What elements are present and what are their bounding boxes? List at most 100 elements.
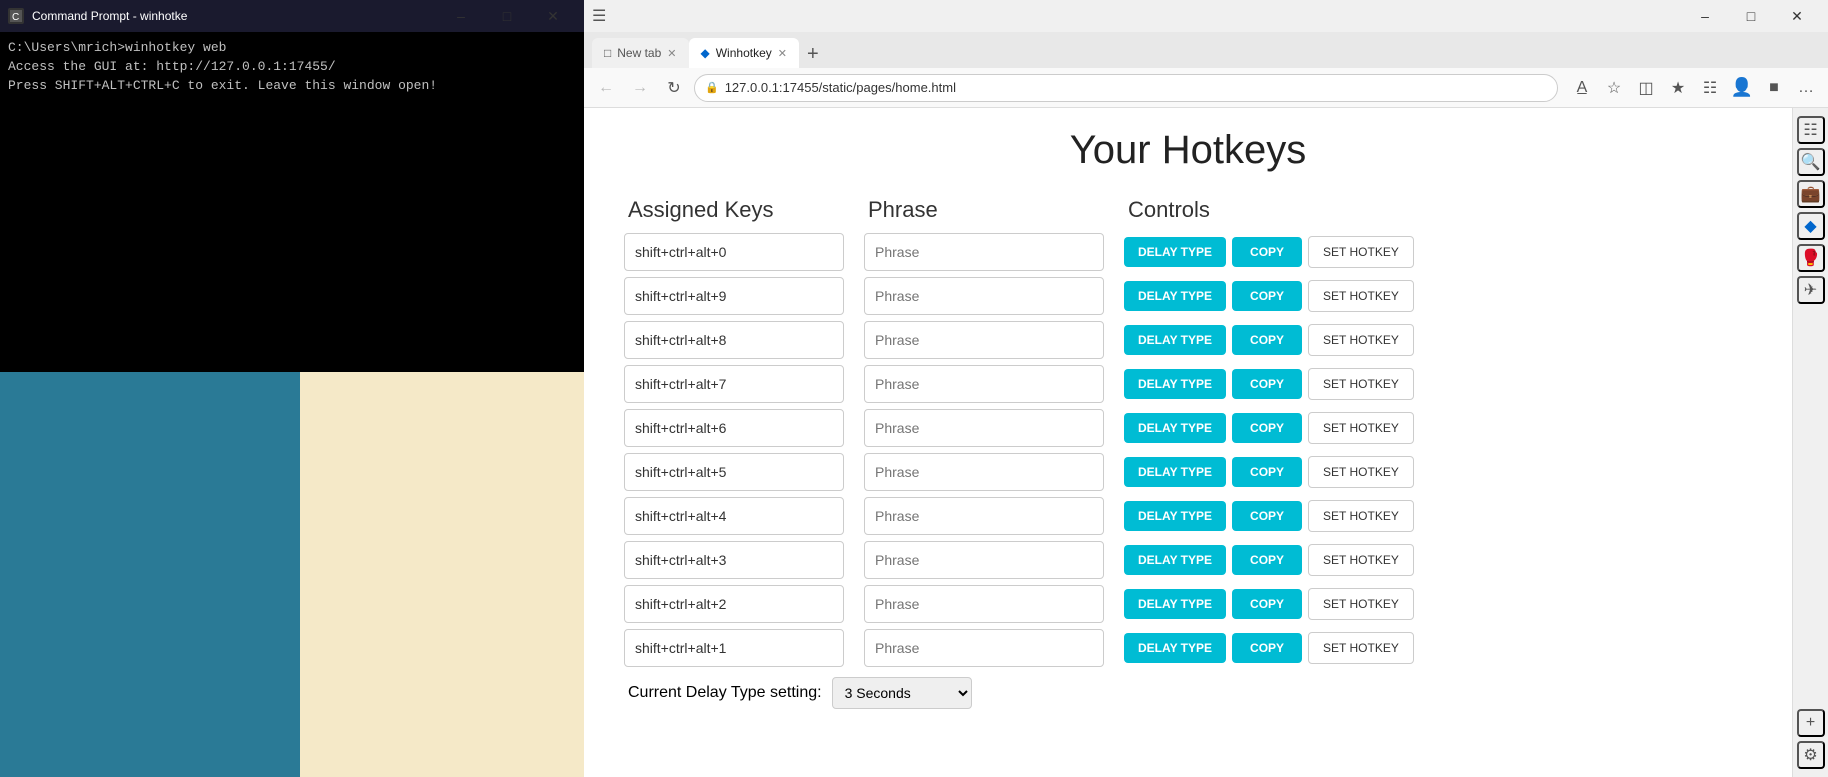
phrase-input-4[interactable]: [864, 409, 1104, 447]
delay-type-btn-8[interactable]: DELAY TYPE: [1124, 589, 1226, 619]
tab-winhotkey-close[interactable]: ✕: [778, 47, 787, 60]
key-input-3[interactable]: [624, 365, 844, 403]
copy-btn-8[interactable]: COPY: [1232, 589, 1302, 619]
sidebar-add-btn[interactable]: +: [1797, 709, 1825, 737]
table-row: DELAY TYPE COPY SET HOTKEY: [624, 321, 1752, 359]
table-row: DELAY TYPE COPY SET HOTKEY: [624, 453, 1752, 491]
delay-type-btn-3[interactable]: DELAY TYPE: [1124, 369, 1226, 399]
tab-winhotkey-label: Winhotkey: [716, 46, 772, 60]
set-hotkey-btn-2[interactable]: SET HOTKEY: [1308, 324, 1414, 356]
browser-titlebar: ☰ – □ ✕: [584, 0, 1828, 32]
key-input-7[interactable]: [624, 541, 844, 579]
delay-type-btn-0[interactable]: DELAY TYPE: [1124, 237, 1226, 267]
tab-newtab[interactable]: □ New tab ✕: [592, 38, 689, 68]
bookmark-icon-btn[interactable]: ☆: [1600, 74, 1628, 102]
phrase-input-1[interactable]: [864, 277, 1104, 315]
table-row: DELAY TYPE COPY SET HOTKEY: [624, 541, 1752, 579]
delay-type-btn-4[interactable]: DELAY TYPE: [1124, 413, 1226, 443]
delay-type-btn-7[interactable]: DELAY TYPE: [1124, 545, 1226, 575]
key-input-5[interactable]: [624, 453, 844, 491]
cmd-icon: C: [8, 8, 24, 24]
nav-back-btn[interactable]: ←: [592, 74, 620, 102]
delay-type-btn-2[interactable]: DELAY TYPE: [1124, 325, 1226, 355]
delay-type-btn-9[interactable]: DELAY TYPE: [1124, 633, 1226, 663]
table-row: DELAY TYPE COPY SET HOTKEY: [624, 233, 1752, 271]
sidebar-discover-btn[interactable]: ✈: [1797, 276, 1825, 304]
phrase-input-8[interactable]: [864, 585, 1104, 623]
nav-refresh-btn[interactable]: ↻: [660, 74, 688, 102]
set-hotkey-btn-1[interactable]: SET HOTKEY: [1308, 280, 1414, 312]
copy-btn-5[interactable]: COPY: [1232, 457, 1302, 487]
set-hotkey-btn-6[interactable]: SET HOTKEY: [1308, 500, 1414, 532]
url-text: 127.0.0.1:17455/static/pages/home.html: [725, 80, 956, 95]
extensions-btn[interactable]: ■: [1760, 74, 1788, 102]
phrase-input-2[interactable]: [864, 321, 1104, 359]
set-hotkey-btn-9[interactable]: SET HOTKEY: [1308, 632, 1414, 664]
cmd-minimize-btn[interactable]: –: [438, 0, 484, 32]
phrase-input-7[interactable]: [864, 541, 1104, 579]
browser-minimize-btn[interactable]: –: [1682, 0, 1728, 32]
more-btn[interactable]: …: [1792, 74, 1820, 102]
browser-close-btn[interactable]: ✕: [1774, 0, 1820, 32]
set-hotkey-btn-5[interactable]: SET HOTKEY: [1308, 456, 1414, 488]
cmd-maximize-btn[interactable]: □: [484, 0, 530, 32]
set-hotkey-btn-8[interactable]: SET HOTKEY: [1308, 588, 1414, 620]
controls-2: DELAY TYPE COPY SET HOTKEY: [1124, 324, 1752, 356]
favorites-btn[interactable]: ★: [1664, 74, 1692, 102]
copy-btn-2[interactable]: COPY: [1232, 325, 1302, 355]
copy-btn-1[interactable]: COPY: [1232, 281, 1302, 311]
copy-btn-9[interactable]: COPY: [1232, 633, 1302, 663]
set-hotkey-btn-0[interactable]: SET HOTKEY: [1308, 236, 1414, 268]
delay-label: Current Delay Type setting:: [628, 684, 822, 702]
delay-setting-row: Current Delay Type setting: 1 Second 2 S…: [624, 677, 1752, 709]
browser-tabs-bar: □ New tab ✕ ◆ Winhotkey ✕ +: [584, 32, 1828, 68]
phrase-input-6[interactable]: [864, 497, 1104, 535]
translate-icon-btn[interactable]: A̲: [1568, 74, 1596, 102]
phrase-input-3[interactable]: [864, 365, 1104, 403]
url-bar[interactable]: 🔒 127.0.0.1:17455/static/pages/home.html: [694, 74, 1558, 102]
phrase-input-9[interactable]: [864, 629, 1104, 667]
cmd-teal-area: [0, 372, 300, 777]
browser-with-sidebar: Your Hotkeys Assigned Keys Phrase Contro…: [584, 108, 1828, 777]
key-input-8[interactable]: [624, 585, 844, 623]
profile-btn[interactable]: 👤: [1728, 74, 1756, 102]
hotkeys-table: Assigned Keys Phrase Controls DELAY TYPE…: [624, 197, 1752, 709]
key-input-9[interactable]: [624, 629, 844, 667]
split-screen-btn[interactable]: ◫: [1632, 74, 1660, 102]
copy-btn-7[interactable]: COPY: [1232, 545, 1302, 575]
browser-restore-btn[interactable]: □: [1728, 0, 1774, 32]
tab-winhotkey[interactable]: ◆ Winhotkey ✕: [689, 38, 799, 68]
tab-newtab-close[interactable]: ✕: [667, 47, 676, 60]
sidebar-search-btn[interactable]: 🔍: [1797, 148, 1825, 176]
phrase-input-0[interactable]: [864, 233, 1104, 271]
key-input-0[interactable]: [624, 233, 844, 271]
delay-select[interactable]: 1 Second 2 Seconds 3 Seconds 5 Seconds 1…: [832, 677, 972, 709]
sidebar-collections-btn[interactable]: ☷: [1797, 116, 1825, 144]
tab-newtab-icon: □: [604, 46, 611, 60]
delay-type-btn-1[interactable]: DELAY TYPE: [1124, 281, 1226, 311]
delay-type-btn-5[interactable]: DELAY TYPE: [1124, 457, 1226, 487]
new-tab-btn[interactable]: +: [799, 43, 827, 66]
key-input-4[interactable]: [624, 409, 844, 447]
set-hotkey-btn-7[interactable]: SET HOTKEY: [1308, 544, 1414, 576]
collections-btn[interactable]: ☷: [1696, 74, 1724, 102]
copy-btn-6[interactable]: COPY: [1232, 501, 1302, 531]
sidebar-extensions-btn[interactable]: 🥊: [1797, 244, 1825, 272]
copy-btn-3[interactable]: COPY: [1232, 369, 1302, 399]
key-input-1[interactable]: [624, 277, 844, 315]
sidebar-copilot-btn[interactable]: ◆: [1797, 212, 1825, 240]
copy-btn-4[interactable]: COPY: [1232, 413, 1302, 443]
nav-forward-btn[interactable]: →: [626, 74, 654, 102]
phrase-input-5[interactable]: [864, 453, 1104, 491]
cmd-close-btn[interactable]: ✕: [530, 0, 576, 32]
col-header-keys: Assigned Keys: [628, 197, 848, 223]
key-input-2[interactable]: [624, 321, 844, 359]
sidebar-settings-icon-btn[interactable]: ⚙: [1797, 741, 1825, 769]
set-hotkey-btn-3[interactable]: SET HOTKEY: [1308, 368, 1414, 400]
set-hotkey-btn-4[interactable]: SET HOTKEY: [1308, 412, 1414, 444]
copy-btn-0[interactable]: COPY: [1232, 237, 1302, 267]
sidebar-work-btn[interactable]: 💼: [1797, 180, 1825, 208]
delay-type-btn-6[interactable]: DELAY TYPE: [1124, 501, 1226, 531]
tab-winhotkey-icon: ◆: [701, 46, 710, 60]
key-input-6[interactable]: [624, 497, 844, 535]
